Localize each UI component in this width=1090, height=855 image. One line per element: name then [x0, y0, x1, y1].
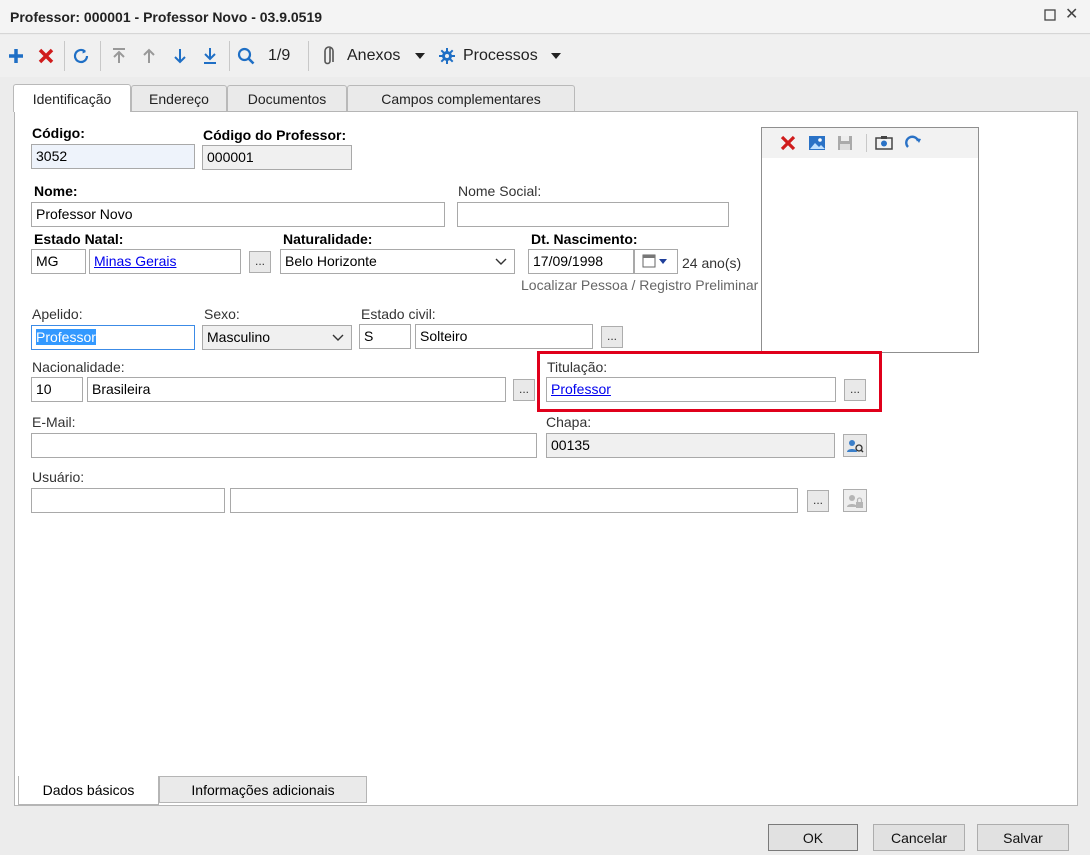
remove-photo-icon[interactable]: [780, 135, 796, 154]
sexo-select[interactable]: Masculino: [202, 325, 352, 350]
apelido-label: Apelido:: [32, 306, 83, 322]
dt-nascimento-label: Dt. Nascimento:: [531, 231, 638, 247]
save-button[interactable]: Salvar: [977, 824, 1069, 851]
email-field[interactable]: [31, 433, 537, 458]
nacionalidade-lookup-button[interactable]: ...: [513, 379, 535, 401]
image-icon[interactable]: [808, 135, 826, 154]
chevron-down-icon[interactable]: [546, 45, 566, 67]
localizar-pessoa-link[interactable]: Localizar Pessoa / Registro Preliminar: [521, 277, 758, 293]
tab-documentos[interactable]: Documentos: [227, 85, 347, 111]
camera-icon[interactable]: [875, 135, 893, 154]
estado-civil-code-field[interactable]: S: [359, 324, 411, 349]
tab-informacoes-adicionais[interactable]: Informações adicionais: [159, 776, 367, 803]
first-record-icon[interactable]: [109, 45, 129, 67]
usuario-lookup-button[interactable]: ...: [807, 490, 829, 512]
gear-icon[interactable]: [437, 45, 457, 67]
codigo-professor-field[interactable]: 000001: [202, 145, 352, 170]
refresh-icon[interactable]: [71, 45, 91, 67]
close-icon[interactable]: ✕: [1065, 6, 1078, 24]
nacionalidade-label: Nacionalidade:: [32, 359, 125, 375]
attachments-menu[interactable]: Anexos: [347, 47, 400, 65]
tab-endereco[interactable]: Endereço: [131, 85, 227, 111]
nacionalidade-name-field[interactable]: Brasileira: [87, 377, 506, 402]
nome-social-field[interactable]: [457, 202, 729, 227]
dt-nascimento-field[interactable]: 17/09/1998: [528, 249, 634, 274]
user-lock-icon: [847, 494, 863, 508]
calendar-icon: [642, 254, 667, 268]
nome-label: Nome:: [34, 183, 78, 199]
nome-social-label: Nome Social:: [458, 183, 542, 199]
last-record-icon[interactable]: [200, 45, 220, 67]
highlight-box: [537, 351, 882, 412]
previous-record-icon[interactable]: [139, 45, 159, 67]
usuario-label: Usuário:: [32, 469, 85, 485]
user-search-icon: [847, 439, 864, 453]
photo-box[interactable]: [761, 127, 979, 353]
estado-civil-name-field[interactable]: Solteiro: [415, 324, 593, 349]
sexo-label: Sexo:: [204, 306, 240, 322]
naturalidade-label: Naturalidade:: [283, 231, 373, 247]
paperclip-icon[interactable]: [320, 45, 340, 67]
tab-dados-basicos[interactable]: Dados básicos: [18, 776, 159, 805]
nacionalidade-code-field[interactable]: 10: [31, 377, 83, 402]
calendar-button[interactable]: [634, 249, 678, 274]
rotate-icon[interactable]: [905, 135, 923, 154]
chevron-down-icon: [495, 258, 507, 265]
tab-campos-complementares[interactable]: Campos complementares: [347, 85, 575, 111]
email-label: E-Mail:: [32, 414, 76, 430]
photo-toolbar: [762, 128, 978, 158]
age-text: 24 ano(s): [682, 255, 742, 271]
maximize-icon[interactable]: [1043, 8, 1059, 24]
usuario-name-field[interactable]: [230, 488, 798, 513]
add-icon[interactable]: [6, 45, 26, 67]
chapa-label: Chapa:: [546, 414, 592, 430]
delete-icon[interactable]: [36, 45, 56, 67]
processes-menu[interactable]: Processos: [463, 47, 538, 65]
nome-field[interactable]: Professor Novo: [31, 202, 445, 227]
save-photo-icon[interactable]: [837, 135, 853, 154]
usuario-code-field[interactable]: [31, 488, 225, 513]
record-position: 1/9: [268, 47, 291, 64]
estado-natal-label: Estado Natal:: [34, 231, 124, 247]
chevron-down-icon: [332, 334, 344, 341]
cancel-button[interactable]: Cancelar: [873, 824, 965, 851]
usuario-lock-button[interactable]: [843, 489, 867, 512]
chapa-field[interactable]: 00135: [546, 433, 835, 458]
ok-button[interactable]: OK: [768, 824, 858, 851]
codigo-professor-label: Código do Professor:: [203, 127, 347, 143]
naturalidade-select[interactable]: Belo Horizonte: [280, 249, 515, 274]
estado-natal-code-field[interactable]: MG: [31, 249, 86, 274]
estado-natal-name-field[interactable]: Minas Gerais: [89, 249, 241, 274]
toolbar: 1/9 Anexos Processos: [0, 35, 1090, 77]
window-title: Professor: 000001 - Professor Novo - 03.…: [10, 9, 323, 25]
tab-identificacao[interactable]: Identificação: [13, 84, 131, 112]
chevron-down-icon[interactable]: [410, 45, 430, 67]
estado-natal-lookup-button[interactable]: ...: [249, 251, 271, 273]
codigo-label: Código:: [32, 125, 85, 141]
chapa-lookup-button[interactable]: [843, 434, 867, 457]
apelido-field[interactable]: Professor: [31, 325, 195, 350]
estado-civil-label: Estado civil:: [361, 306, 436, 322]
codigo-field[interactable]: 3052: [31, 144, 195, 169]
next-record-icon[interactable]: [170, 45, 190, 67]
search-icon[interactable]: [236, 45, 256, 67]
estado-civil-lookup-button[interactable]: ...: [601, 326, 623, 348]
